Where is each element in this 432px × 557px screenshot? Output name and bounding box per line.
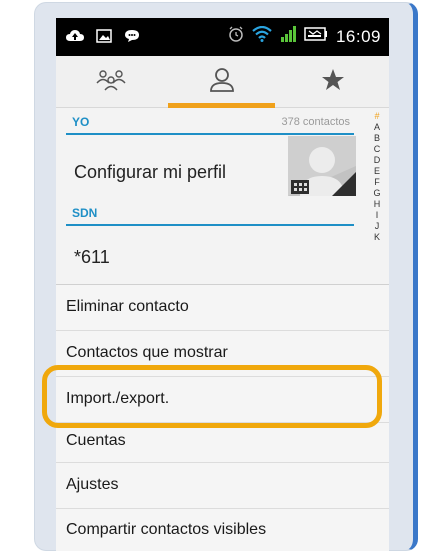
menu-item-share-visible-contacts[interactable]: Compartir contactos visibles [56,509,389,551]
section-title: YO [72,115,90,129]
index-letter[interactable]: # [368,111,386,122]
menu-item-accounts[interactable]: Cuentas [56,423,389,463]
menu-item-label: Cuentas [66,432,126,449]
battery-icon [304,27,328,46]
signal-icon [280,26,296,47]
star-icon [321,68,345,96]
alarm-icon [228,26,244,47]
section-header-sdn: SDN [66,202,354,226]
groups-icon [94,69,128,96]
image-icon [96,29,112,43]
chat-bubble-icon [124,29,140,43]
wifi-icon [252,25,272,47]
index-letter[interactable]: B [368,133,386,144]
tab-groups[interactable] [56,56,166,108]
contact-count: 378 contactos [281,116,351,128]
section-title: SDN [72,206,98,220]
person-icon [209,67,235,98]
alphabet-index[interactable]: # A B C D E F G H I J K [368,111,386,243]
index-letter[interactable]: J [368,221,386,232]
menu-item-delete-contact[interactable]: Eliminar contacto [56,285,389,331]
index-letter[interactable]: A [368,122,386,133]
tab-bar [56,56,389,108]
tab-favorites[interactable] [277,56,389,108]
menu-item-settings[interactable]: Ajustes [56,463,389,509]
menu-item-label: Contactos que mostrar [66,344,228,361]
sdn-contact-row[interactable]: *611 [74,247,110,268]
section-header-me: YO 378 contactos [66,111,354,135]
index-letter[interactable]: F [368,177,386,188]
configure-profile-row[interactable]: Configurar mi perfil [74,162,226,183]
index-letter[interactable]: H [368,199,386,210]
phone-screen: 16:09 YO 378 contactos Configurar mi per… [56,18,389,551]
status-clock: 16:09 [335,26,381,46]
index-letter[interactable]: D [368,155,386,166]
cloud-upload-icon [66,29,84,43]
menu-item-label: Ajustes [66,476,119,493]
index-letter[interactable]: E [368,166,386,177]
index-letter[interactable]: G [368,188,386,199]
menu-item-label: Compartir contactos visibles [66,521,267,538]
tab-contacts[interactable] [166,56,277,108]
index-letter[interactable]: I [368,210,386,221]
contact-avatar [288,136,356,196]
menu-item-label: Eliminar contacto [66,298,189,315]
status-bar: 16:09 [56,18,389,56]
highlight-annotation [42,365,382,428]
index-letter[interactable]: C [368,144,386,155]
index-letter[interactable]: K [368,232,386,243]
